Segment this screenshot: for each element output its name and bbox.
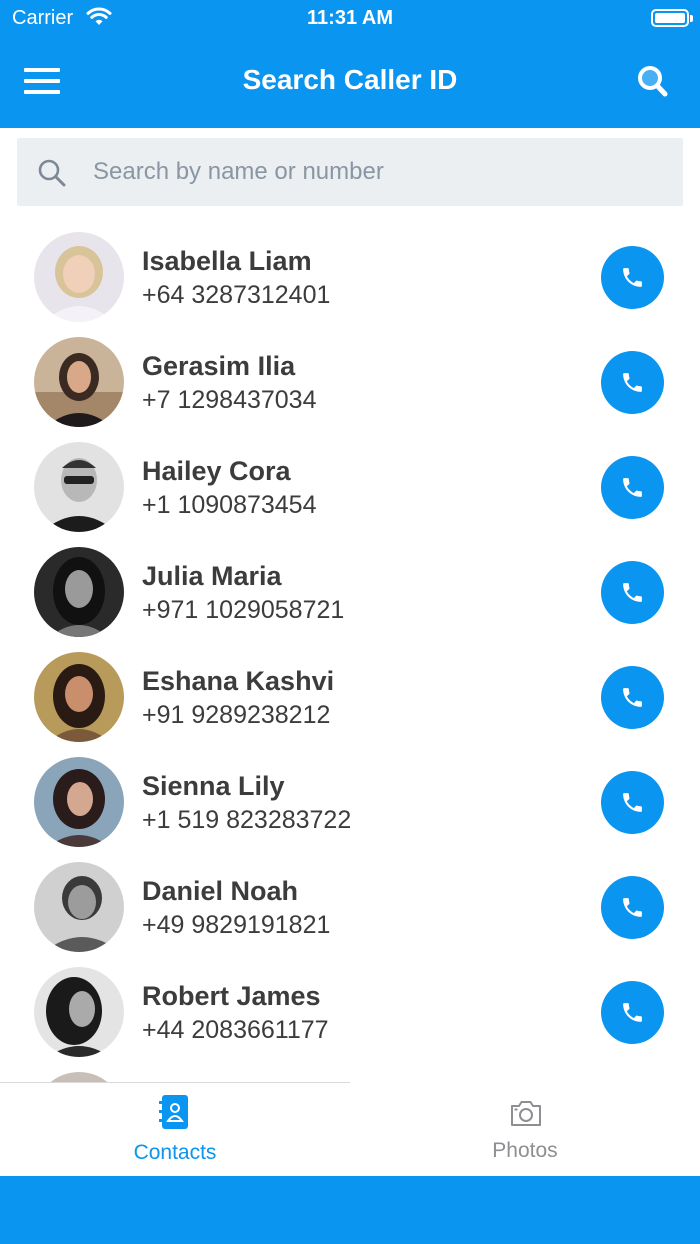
tab-bar: Contacts Photos bbox=[0, 1082, 700, 1176]
contact-name: Eshana Kashvi bbox=[142, 666, 335, 696]
tab-contacts-label: Contacts bbox=[133, 1141, 217, 1164]
call-button[interactable] bbox=[601, 561, 664, 624]
avatar bbox=[34, 232, 124, 322]
phone-icon bbox=[623, 478, 642, 497]
address-book-icon bbox=[159, 1095, 188, 1129]
contact-name: Hailey Cora bbox=[142, 456, 291, 486]
avatar bbox=[34, 967, 124, 1057]
contact-phone: +49 9829191821 bbox=[142, 911, 331, 939]
avatar bbox=[34, 862, 124, 952]
tab-photos-label: Photos bbox=[492, 1139, 558, 1162]
call-button[interactable] bbox=[601, 981, 664, 1044]
contact-phone: +1 1090873454 bbox=[142, 491, 317, 519]
contact-phone: +64 3287312401 bbox=[142, 281, 331, 309]
search-input[interactable] bbox=[93, 148, 663, 196]
call-button[interactable] bbox=[601, 876, 664, 939]
footer-bar bbox=[0, 1176, 700, 1244]
phone-icon bbox=[623, 793, 642, 812]
list-item[interactable]: Robert James +44 2083661177 bbox=[0, 955, 700, 1059]
phone-icon bbox=[623, 373, 642, 392]
call-button[interactable] bbox=[601, 666, 664, 729]
list-item[interactable]: Hailey Cora +1 1090873454 bbox=[0, 430, 700, 534]
contact-phone: +971 1029058721 bbox=[142, 596, 345, 624]
phone-icon bbox=[623, 268, 642, 287]
call-button[interactable] bbox=[601, 771, 664, 834]
tab-contacts[interactable]: Contacts bbox=[0, 1082, 350, 1176]
list-item[interactable]: Sienna Lily +1 519 823283722 bbox=[0, 745, 700, 849]
page-title: Search Caller ID bbox=[242, 64, 458, 95]
call-button[interactable] bbox=[601, 351, 664, 414]
list-item[interactable]: Gerasim Ilia +7 1298437034 bbox=[0, 325, 700, 429]
call-button[interactable] bbox=[601, 246, 664, 309]
status-time: 11:31 AM bbox=[307, 7, 393, 29]
avatar bbox=[34, 337, 124, 427]
contact-list: Isabella Liam +64 3287312401 Gerasim Ili… bbox=[0, 220, 700, 1082]
menu-button[interactable] bbox=[24, 66, 60, 96]
phone-icon bbox=[623, 583, 642, 602]
avatar bbox=[34, 652, 124, 742]
hamburger-menu-icon bbox=[24, 68, 60, 72]
tab-photos[interactable]: Photos bbox=[350, 1082, 700, 1176]
list-item[interactable]: Daniel Noah +49 9829191821 bbox=[0, 850, 700, 954]
phone-icon bbox=[623, 898, 642, 917]
contact-name: Isabella Liam bbox=[142, 246, 312, 276]
phone-icon bbox=[623, 688, 642, 707]
avatar bbox=[34, 442, 124, 532]
contact-phone: +1 519 823283722 bbox=[142, 806, 352, 834]
contact-phone: +7 1298437034 bbox=[142, 386, 317, 414]
contact-phone: +44 2083661177 bbox=[142, 1016, 329, 1044]
camera-icon bbox=[511, 1101, 541, 1126]
list-item[interactable]: Eshana Kashvi +91 9289238212 bbox=[0, 640, 700, 744]
status-bar: Carrier 11:31 AM bbox=[0, 0, 700, 36]
contact-phone: +91 9289238212 bbox=[142, 701, 331, 729]
contact-name: Sienna Lily bbox=[142, 771, 285, 801]
search-bar bbox=[17, 138, 683, 206]
contact-name: Gerasim Ilia bbox=[142, 351, 296, 381]
contact-name: Robert James bbox=[142, 981, 321, 1011]
search-icon bbox=[38, 159, 66, 187]
list-item[interactable]: Julia Maria +971 1029058721 bbox=[0, 535, 700, 639]
contact-name: Daniel Noah bbox=[142, 876, 299, 906]
battery-icon bbox=[651, 9, 693, 27]
list-item-partial[interactable] bbox=[0, 1060, 700, 1082]
contact-name: Julia Maria bbox=[142, 561, 282, 591]
avatar bbox=[34, 1072, 124, 1082]
avatar bbox=[34, 757, 124, 847]
call-button[interactable] bbox=[601, 456, 664, 519]
list-item[interactable]: Isabella Liam +64 3287312401 bbox=[0, 220, 700, 324]
avatar bbox=[34, 547, 124, 637]
header-search-button[interactable] bbox=[636, 64, 668, 98]
phone-icon bbox=[623, 1003, 642, 1022]
app-header: Carrier 11:31 AM Search Caller ID bbox=[0, 0, 700, 128]
